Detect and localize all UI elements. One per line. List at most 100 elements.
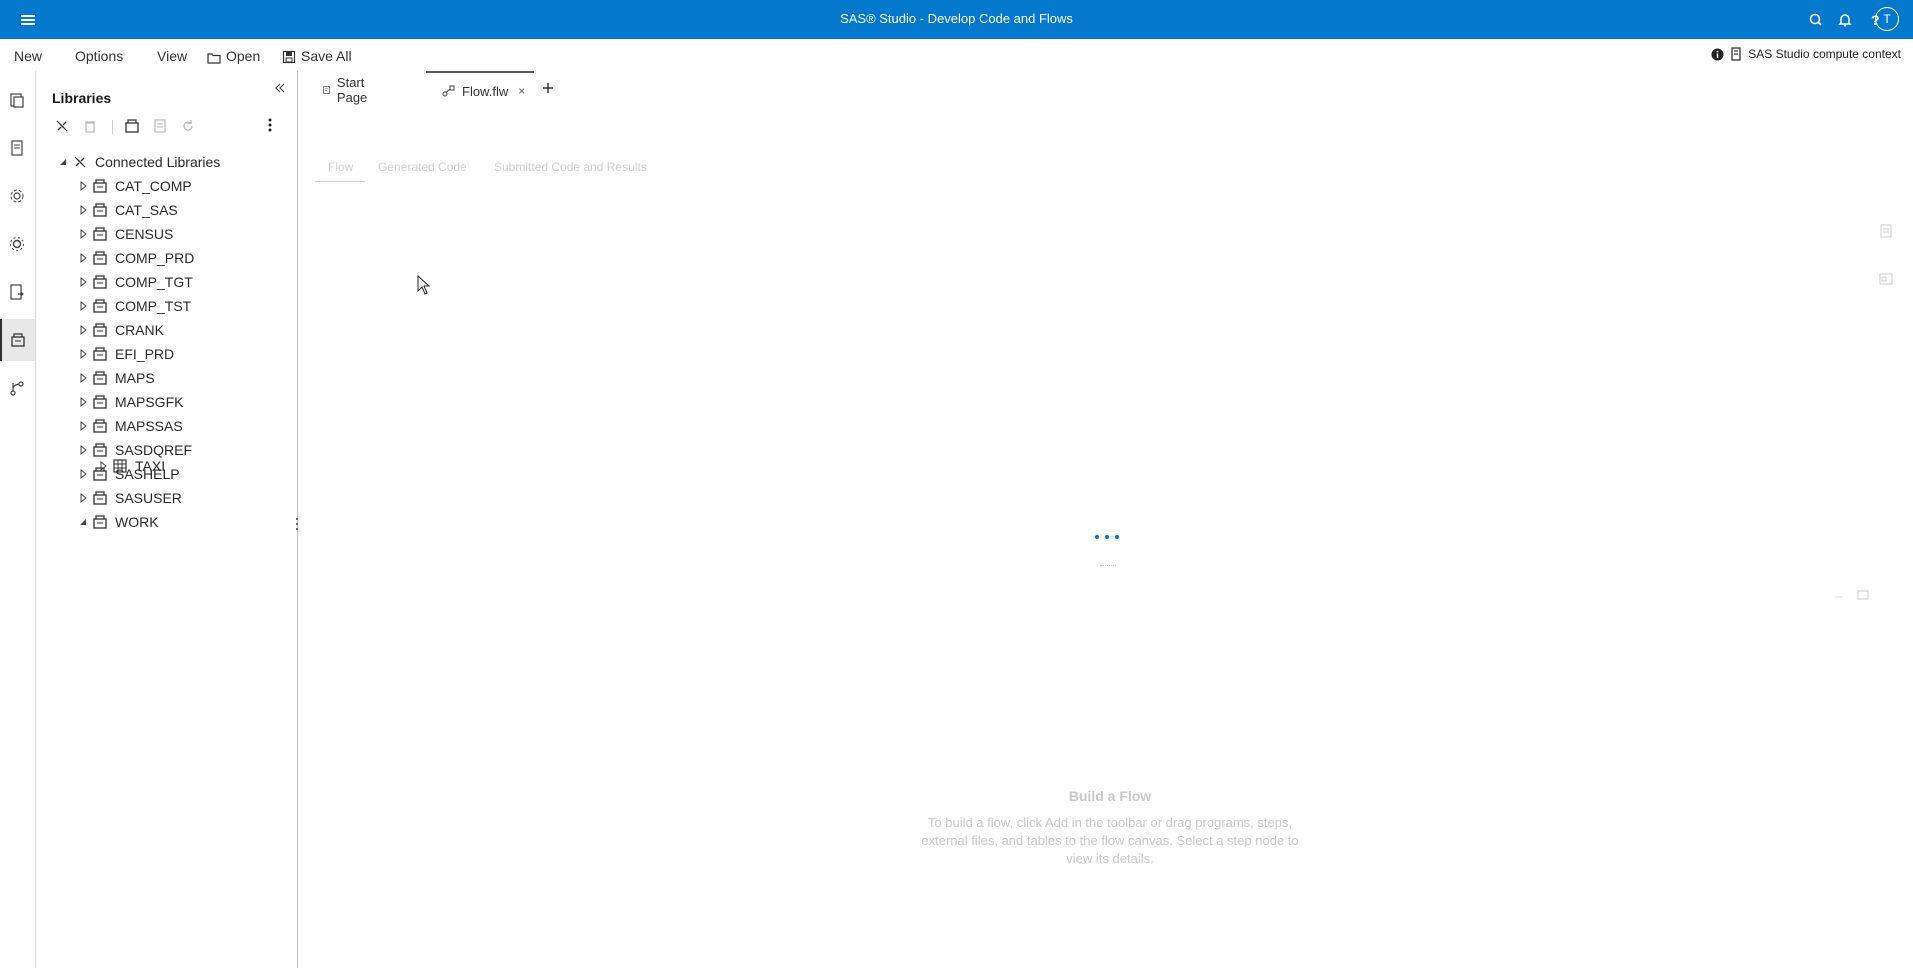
- collapsed-arrow-icon: [80, 421, 87, 431]
- empty-state-description: To build a flow, click Add in the toolba…: [921, 815, 1299, 866]
- tree-node-crank[interactable]: CRANK: [78, 319, 164, 341]
- navigation-rail: [0, 71, 36, 968]
- save-all-button[interactable]: Save All: [282, 48, 352, 64]
- more-options-icon[interactable]: [267, 117, 273, 133]
- tree-node-connected-libraries[interactable]: Connected Libraries: [58, 151, 220, 173]
- file-references-icon[interactable]: [8, 283, 26, 301]
- subtab-generated-code[interactable]: Generated Code: [378, 160, 467, 174]
- tree-node-label: TAXI: [135, 458, 166, 474]
- open-label: Open: [226, 48, 261, 64]
- loading-indicator: [1095, 535, 1119, 539]
- tab-label: Start Page: [336, 75, 368, 105]
- collapsed-arrow-icon: [80, 229, 87, 239]
- subtab-indicator: [315, 181, 365, 182]
- tab-label: Flow.flw: [462, 83, 509, 99]
- library-icon: [93, 515, 107, 529]
- tree-node-label: COMP_TST: [115, 298, 192, 314]
- tree-node-efi-prd[interactable]: EFI_PRD: [78, 343, 174, 365]
- tree-node-mapsgfk[interactable]: MAPSGFK: [78, 391, 183, 413]
- libraries-icon[interactable]: [0, 319, 35, 361]
- explorer-icon[interactable]: [8, 91, 26, 109]
- snippets-icon[interactable]: [8, 139, 26, 157]
- collapsed-arrow-icon: [80, 397, 87, 407]
- library-icon: [93, 251, 107, 265]
- collapsed-arrow-icon: [80, 253, 87, 263]
- library-icon: [93, 491, 107, 505]
- tree-node-cat-sas[interactable]: CAT_SAS: [78, 199, 178, 221]
- tree-node-label: CAT_SAS: [115, 202, 178, 218]
- subtab-flow[interactable]: Flow: [328, 160, 353, 174]
- tree-node-mapssas[interactable]: MAPSSAS: [78, 415, 183, 437]
- tree-node-comp-tgt[interactable]: COMP_TGT: [78, 271, 193, 293]
- tree-node-label: COMP_PRD: [115, 250, 195, 266]
- folder-icon: [207, 52, 221, 64]
- collapsed-arrow-icon: [100, 461, 107, 471]
- tree-node-label: MAPSSAS: [115, 418, 183, 434]
- tree-node-comp-prd[interactable]: COMP_PRD: [78, 247, 194, 269]
- toolbar-divider: [112, 120, 113, 134]
- properties-icon[interactable]: [152, 118, 168, 134]
- library-icon: [93, 347, 107, 361]
- menu-view[interactable]: View: [157, 48, 187, 64]
- tree-node-label: MAPSGFK: [115, 394, 184, 410]
- tree-node-taxi[interactable]: TAXI: [98, 455, 165, 477]
- properties-panel-icon[interactable]: [1879, 224, 1893, 238]
- collapsed-arrow-icon: [80, 325, 87, 335]
- tab-start-page[interactable]: Start Page: [323, 71, 372, 109]
- library-icon: [93, 299, 107, 313]
- tree-node-label: EFI_PRD: [115, 346, 175, 362]
- tab-flow[interactable]: Flow.flw ×: [426, 71, 534, 109]
- collapsed-arrow-icon: [80, 373, 87, 383]
- avatar[interactable]: T: [1875, 7, 1899, 31]
- tree-node-census[interactable]: CENSUS: [78, 223, 173, 245]
- save-all-label: Save All: [301, 48, 352, 64]
- collapsed-arrow-icon: [80, 493, 87, 503]
- flow-icon: [442, 85, 455, 97]
- compute-context[interactable]: SAS Studio compute context: [1711, 47, 1901, 61]
- add-tab-icon[interactable]: [541, 81, 555, 95]
- open-button[interactable]: Open: [207, 48, 260, 64]
- minimize-icon[interactable]: [1832, 590, 1846, 604]
- tree-node-maps[interactable]: MAPS: [78, 367, 155, 389]
- start-page-icon: [323, 86, 330, 94]
- close-tab-icon[interactable]: ×: [518, 84, 525, 98]
- tree-node-work[interactable]: WORK: [78, 511, 159, 533]
- maximize-icon[interactable]: [1856, 588, 1870, 602]
- collapse-pane-icon[interactable]: [273, 81, 287, 95]
- library-icon: [93, 203, 107, 217]
- tree-node-label: CRANK: [115, 322, 165, 338]
- subtab-submitted-code[interactable]: Submitted Code and Results: [494, 160, 647, 174]
- collapsed-arrow-icon: [80, 277, 87, 287]
- collapsed-arrow-icon: [80, 469, 87, 479]
- pane-splitter-handle[interactable]: [295, 516, 299, 532]
- new-library-icon[interactable]: [124, 118, 140, 134]
- collapsed-arrow-icon: [80, 349, 87, 359]
- libraries-title: Libraries: [52, 90, 112, 106]
- app-title: SAS® Studio - Develop Code and Flows: [840, 11, 1073, 26]
- expanded-arrow-icon: [80, 519, 86, 525]
- expanded-arrow-icon: [60, 159, 66, 165]
- tree-node-label: CENSUS: [115, 226, 174, 242]
- steps-icon[interactable]: [8, 187, 26, 205]
- overview-panel-icon[interactable]: [1879, 272, 1893, 286]
- tree-node-cat-comp[interactable]: CAT_COMP: [78, 175, 192, 197]
- bell-icon[interactable]: [1835, 10, 1855, 30]
- git-icon[interactable]: [8, 379, 26, 397]
- library-icon: [93, 419, 107, 433]
- menu-new[interactable]: New: [14, 48, 42, 64]
- search-icon[interactable]: [1806, 10, 1826, 30]
- tree-node-label: CAT_COMP: [115, 178, 192, 194]
- mouse-cursor-icon: [417, 275, 431, 295]
- tree-node-sasuser[interactable]: SASUSER: [78, 487, 182, 509]
- info-icon[interactable]: [1711, 48, 1724, 61]
- tree-node-comp-tst[interactable]: COMP_TST: [78, 295, 191, 317]
- disconnect-icon[interactable]: [54, 118, 70, 134]
- loading-line: [1100, 565, 1116, 567]
- table-icon: [113, 459, 127, 473]
- delete-icon[interactable]: [82, 118, 98, 134]
- menu-options[interactable]: Options: [75, 48, 123, 64]
- libraries-pane: Libraries Connected Libraries CAT_COMP CA…: [36, 71, 298, 968]
- refresh-icon[interactable]: [180, 118, 196, 134]
- settings-icon[interactable]: [8, 235, 26, 253]
- library-icon: [93, 275, 107, 289]
